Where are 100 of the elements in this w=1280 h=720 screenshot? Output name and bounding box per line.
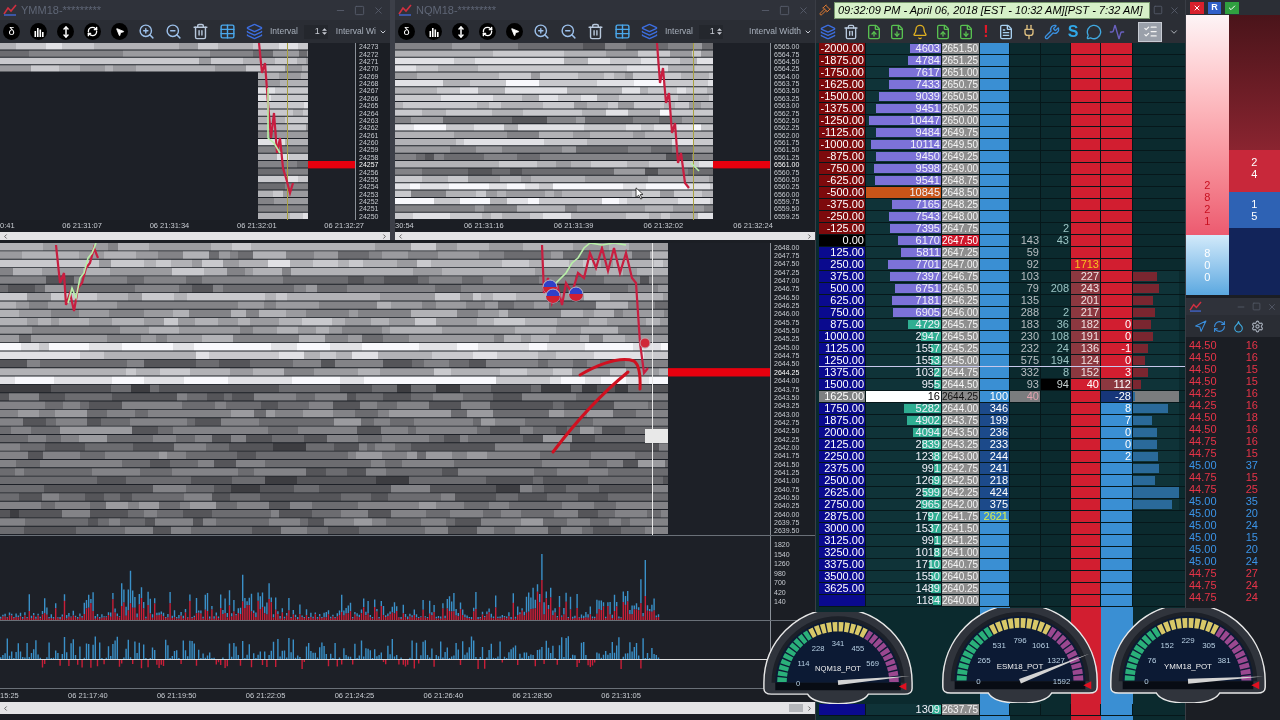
zoom-out-icon[interactable] (560, 23, 577, 40)
horizontal-scrollbar[interactable] (395, 232, 815, 240)
ladder-cell: 94 (1041, 379, 1071, 390)
file-down-icon[interactable] (889, 23, 905, 40)
trade-price: 44.75 (1188, 591, 1218, 603)
chart-logo-icon (398, 4, 412, 16)
zoom-out-icon[interactable] (165, 23, 182, 40)
volume-value: 1553 (915, 355, 940, 366)
gavel-icon[interactable] (819, 3, 831, 17)
price-cell: 2644.75 (942, 367, 980, 378)
interval-width-dropdown[interactable]: Interval Width (749, 27, 812, 36)
chat-bubble-icon[interactable] (1086, 23, 1102, 40)
horizontal-scrollbar[interactable] (0, 702, 815, 714)
volume-value: 6751 (915, 283, 940, 294)
trade-size: 15 (1244, 447, 1258, 459)
layers-icon[interactable] (246, 23, 263, 40)
scroll-left-icon[interactable] (2, 232, 9, 240)
bars-button[interactable] (30, 23, 47, 40)
interval-width-dropdown[interactable]: Interval Wi (335, 27, 387, 36)
letter-r-button[interactable]: R (1208, 1, 1221, 14)
offset-cell: -1125.00 (819, 127, 866, 138)
horizontal-scrollbar[interactable] (0, 232, 390, 240)
file-down-icon[interactable] (958, 23, 974, 40)
spinner-arrows-icon (716, 27, 722, 36)
scroll-left-icon[interactable] (397, 232, 404, 240)
file-up-icon[interactable] (935, 23, 951, 40)
layers-icon[interactable] (641, 23, 658, 40)
trade-price: 44.75 (1188, 483, 1218, 495)
gauge-tick-label: 569 (866, 658, 879, 668)
droplet-icon[interactable] (1232, 319, 1245, 333)
offset-cell: -1250.00 (819, 115, 866, 126)
pointer-button[interactable] (506, 23, 523, 40)
window-title: NQM18-********* (416, 2, 497, 18)
price-cell: 2649.00 (942, 163, 980, 174)
volume-value: 9541 (915, 175, 940, 186)
offset-cell: 1000.00 (819, 331, 866, 342)
close-button[interactable] (1190, 1, 1204, 14)
trash-icon[interactable] (192, 23, 209, 40)
interval-spinner[interactable]: 1 (698, 24, 723, 39)
ladder-cell: 79 (1010, 283, 1041, 294)
delta-button[interactable]: δ (398, 23, 415, 40)
ladder-cell: 2 (1041, 223, 1071, 234)
table-icon[interactable] (219, 23, 236, 40)
vertical-scale-button[interactable] (452, 23, 469, 40)
bar-chart-icon (33, 26, 44, 37)
price-cell: 2641.75 (942, 511, 980, 522)
trash-icon[interactable] (843, 23, 859, 40)
price-cell: 2651.50 (942, 43, 980, 54)
check-button[interactable] (1225, 1, 1239, 14)
price-cell: 2648.25 (942, 199, 980, 210)
plug-icon[interactable] (1021, 23, 1037, 40)
trade-size: 20 (1244, 543, 1258, 555)
gauge-tick-label: 796 (1013, 635, 1027, 645)
volume-value: 7181 (915, 295, 940, 306)
line-chart-icon[interactable] (1109, 23, 1125, 40)
price-cell: 2646.75 (942, 271, 980, 282)
scroll-right-icon[interactable] (381, 232, 388, 240)
layers-icon[interactable] (820, 23, 836, 40)
trade-size: 24 (1244, 591, 1258, 603)
settings-icon[interactable] (1251, 319, 1264, 333)
offset-cell: 2875.00 (819, 511, 866, 522)
volume-value: 1557 (915, 343, 940, 354)
vertical-scale-button[interactable] (57, 23, 74, 40)
offset-cell: 1875.00 (819, 415, 866, 426)
price-cell: 2648.00 (942, 211, 980, 222)
file-up-icon[interactable] (866, 23, 882, 40)
ladder-cell: 227 (1071, 271, 1101, 282)
interval-spinner[interactable]: 1 (303, 24, 328, 39)
pointer-button[interactable] (111, 23, 128, 40)
gauge-tick-label: 0 (796, 678, 801, 688)
table-icon[interactable] (614, 23, 631, 40)
scroll-left-icon[interactable] (2, 704, 9, 712)
delta-button[interactable]: δ (3, 23, 20, 40)
trade-dot-icon (639, 337, 651, 349)
ladder-cell: 346 (980, 403, 1010, 414)
letter-s-button[interactable]: S (1067, 23, 1079, 40)
refresh-button[interactable] (479, 23, 496, 40)
gauge-tick-label: 305 (1202, 641, 1216, 651)
layout-button[interactable] (1138, 21, 1162, 42)
gauge-tick-label: 152 (1160, 641, 1174, 651)
volume-value: 1269 (915, 475, 940, 486)
trash-icon[interactable] (587, 23, 604, 40)
ladder-cell: 143 (1010, 235, 1041, 246)
scroll-right-icon[interactable] (806, 232, 813, 240)
document-icon[interactable] (998, 23, 1014, 40)
price-cell: 2647.50 (942, 235, 980, 246)
zoom-in-icon[interactable] (138, 23, 155, 40)
navigation-arrow-icon[interactable] (1194, 319, 1207, 333)
check-icon (1228, 3, 1236, 12)
interval-label: Interval (270, 25, 298, 38)
wrench-icon[interactable] (1044, 23, 1060, 40)
bars-button[interactable] (425, 23, 442, 40)
offset-cell: 3500.00 (819, 571, 866, 582)
price-cell: 2642.25 (942, 487, 980, 498)
zoom-in-icon[interactable] (533, 23, 550, 40)
refresh-button[interactable] (84, 23, 101, 40)
scrollbar-thumb[interactable] (789, 704, 803, 712)
bell-icon[interactable] (912, 23, 928, 40)
scroll-right-icon[interactable] (806, 704, 813, 712)
refresh-icon[interactable] (1213, 319, 1226, 333)
